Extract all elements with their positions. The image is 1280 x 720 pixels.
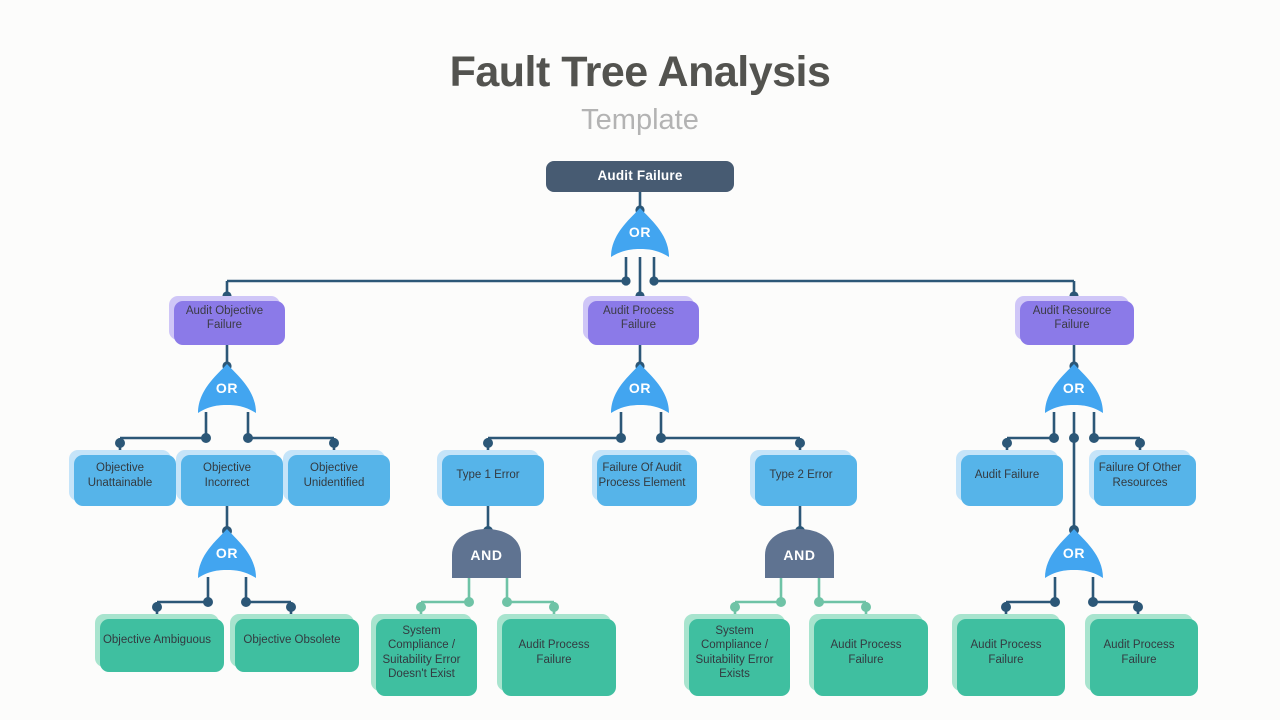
node-label: System Compliance / Suitability Error Do… — [382, 624, 461, 680]
node-objective-unattainable[interactable]: Objective Unattainable — [69, 450, 176, 506]
node-label: Failure Of Audit Process Element — [598, 462, 686, 489]
page-title: Fault Tree Analysis — [449, 48, 831, 96]
node-audit-process-failure-leaf-2[interactable]: Audit Process Failure — [809, 614, 928, 696]
node-label: Audit Failure — [597, 168, 683, 184]
or-gate-root[interactable]: OR — [611, 208, 669, 258]
node-audit-objective-failure[interactable]: Audit Objective Failure — [169, 296, 285, 345]
node-label: Audit Process Failure — [1103, 639, 1175, 666]
fault-tree-diagram: Fault Tree Analysis Template Audit Failu… — [0, 0, 1280, 720]
or-gate-audit-process[interactable]: OR — [611, 364, 669, 414]
node-objective-obsolete[interactable]: Objective Obsolete — [230, 614, 359, 672]
node-label: Audit Process Failure — [518, 639, 590, 666]
node-label: Audit Process Failure — [830, 639, 902, 666]
and-gate-icon — [765, 529, 834, 578]
node-label: Failure Of Other Resources — [1098, 462, 1182, 489]
node-label: Audit Process Failure — [603, 304, 674, 331]
or-gate-audit-resource[interactable]: OR — [1045, 364, 1103, 414]
node-label: Audit Resource Failure — [1032, 304, 1112, 331]
node-root-audit-failure[interactable]: Audit Failure — [546, 161, 734, 192]
node-failure-of-other-resources[interactable]: Failure Of Other Resources — [1089, 450, 1196, 506]
or-gate-icon — [198, 529, 256, 578]
node-failure-of-audit-process-element[interactable]: Failure Of Audit Process Element — [592, 450, 697, 506]
or-gate-objective-incorrect[interactable]: OR — [198, 529, 256, 579]
node-label: Type 2 Error — [769, 469, 833, 482]
node-label: Objective Ambiguous — [102, 634, 212, 647]
node-label: Audit Objective Failure — [185, 304, 264, 331]
or-gate-audit-objective[interactable]: OR — [198, 364, 256, 414]
node-label: Objective Obsolete — [243, 634, 341, 647]
page-subtitle: Template — [581, 104, 699, 136]
node-type-1-error[interactable]: Type 1 Error — [437, 450, 544, 506]
node-system-compliance-error-exists[interactable]: System Compliance / Suitability Error Ex… — [684, 614, 790, 696]
and-gate-type-2-error[interactable]: AND — [765, 529, 834, 579]
node-audit-process-failure[interactable]: Audit Process Failure — [583, 296, 699, 345]
node-objective-incorrect[interactable]: Objective Incorrect — [176, 450, 283, 506]
node-audit-process-failure-leaf-3[interactable]: Audit Process Failure — [952, 614, 1065, 696]
and-gate-icon — [452, 529, 521, 578]
node-audit-failure-resource[interactable]: Audit Failure — [956, 450, 1063, 506]
node-audit-process-failure-leaf-1[interactable]: Audit Process Failure — [497, 614, 616, 696]
or-gate-icon — [198, 364, 256, 413]
node-audit-resource-failure[interactable]: Audit Resource Failure — [1015, 296, 1134, 345]
node-type-2-error[interactable]: Type 2 Error — [750, 450, 857, 506]
or-gate-resource-audit-failure[interactable]: OR — [1045, 529, 1103, 579]
or-gate-icon — [1045, 364, 1103, 413]
or-gate-icon — [611, 364, 669, 413]
node-audit-process-failure-leaf-4[interactable]: Audit Process Failure — [1085, 614, 1198, 696]
node-objective-ambiguous[interactable]: Objective Ambiguous — [95, 614, 224, 672]
node-label: Objective Unidentified — [303, 462, 365, 489]
node-label: System Compliance / Suitability Error Ex… — [695, 624, 774, 680]
node-label: Objective Unattainable — [87, 462, 153, 489]
or-gate-icon — [1045, 529, 1103, 578]
node-label: Audit Failure — [974, 469, 1040, 482]
node-label: Type 1 Error — [456, 469, 520, 482]
node-label: Audit Process Failure — [970, 639, 1042, 666]
node-label: Objective Incorrect — [203, 462, 251, 489]
node-system-compliance-error-doesnt-exist[interactable]: System Compliance / Suitability Error Do… — [371, 614, 477, 696]
or-gate-icon — [611, 208, 669, 257]
node-objective-unidentified[interactable]: Objective Unidentified — [283, 450, 390, 506]
and-gate-type-1-error[interactable]: AND — [452, 529, 521, 579]
